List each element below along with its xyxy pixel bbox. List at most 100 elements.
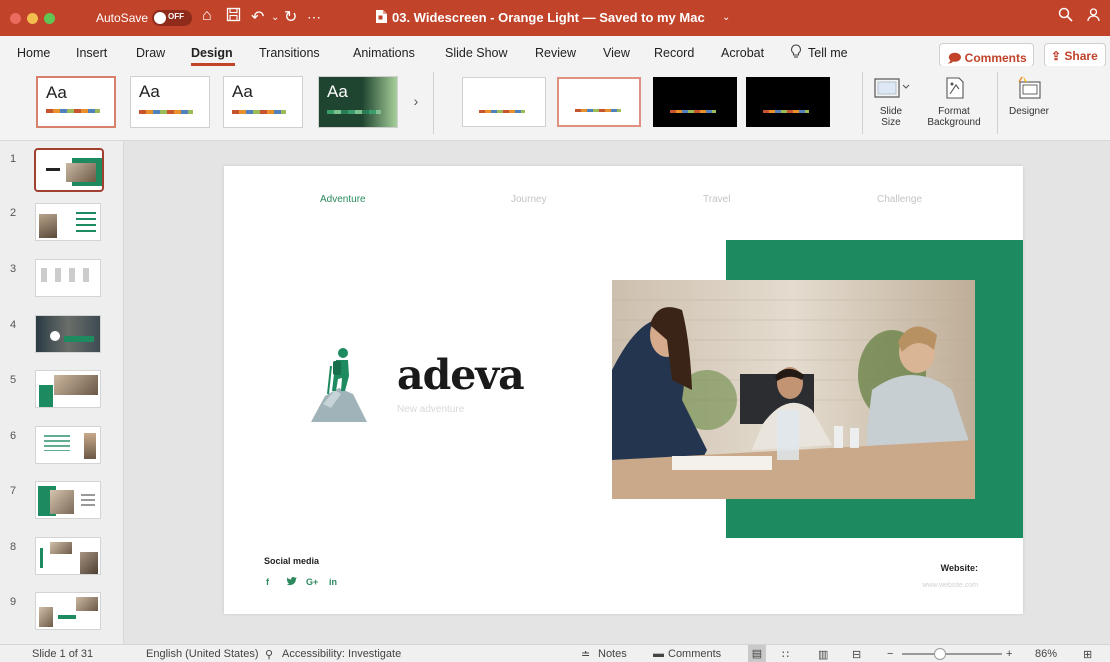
- thumb-bars: [76, 212, 96, 236]
- notes-icon: ≐: [581, 649, 591, 661]
- search-icon[interactable]: [1058, 7, 1073, 27]
- variant-color-bar: [763, 110, 809, 113]
- slide-number: 7: [10, 485, 17, 497]
- redo-icon[interactable]: ↻: [284, 7, 297, 27]
- share-button[interactable]: ⇪ Share: [1044, 43, 1106, 67]
- tab-insert[interactable]: Insert: [76, 46, 107, 60]
- format-background-label-line1: Format: [938, 106, 970, 117]
- reading-view-icon[interactable]: ▥: [818, 648, 828, 661]
- format-background-icon: [946, 77, 964, 99]
- fit-to-window-icon[interactable]: ⊞: [1083, 648, 1092, 661]
- tab-view[interactable]: View: [603, 46, 630, 60]
- zoom-in-icon[interactable]: +: [1006, 648, 1012, 660]
- tab-review[interactable]: Review: [535, 46, 576, 60]
- comments-status-button[interactable]: Comments: [668, 648, 721, 660]
- zoom-slider-thumb[interactable]: [934, 648, 946, 660]
- facebook-icon: f: [266, 577, 269, 587]
- google-plus-icon: G+: [306, 577, 319, 587]
- slide-thumbnail-1[interactable]: [34, 148, 104, 192]
- comments-button[interactable]: 🗩 Comments: [939, 43, 1034, 67]
- theme-color-bar: [46, 109, 100, 113]
- format-background-label-line2: Background: [927, 117, 981, 128]
- variant-option[interactable]: [746, 77, 830, 127]
- toggle-knob: [154, 12, 166, 24]
- thumb-photo: [84, 433, 96, 459]
- tell-me-search[interactable]: Tell me: [808, 46, 848, 60]
- tab-home[interactable]: Home: [17, 46, 50, 60]
- slide-size-button[interactable]: Slide Size: [866, 74, 916, 128]
- slide-thumbnail-7[interactable]: [35, 481, 101, 519]
- slide-nav-journey: Journey: [511, 194, 547, 205]
- slide-number: 3: [10, 263, 17, 275]
- slide-thumbnail-8[interactable]: [35, 537, 101, 575]
- tab-slide-show[interactable]: Slide Show: [445, 46, 508, 60]
- tab-record[interactable]: Record: [654, 46, 694, 60]
- language-indicator[interactable]: English (United States): [146, 648, 259, 660]
- tab-acrobat[interactable]: Acrobat: [721, 46, 764, 60]
- close-window-button[interactable]: [10, 13, 21, 24]
- theme-option[interactable]: Aa: [130, 76, 210, 128]
- accessibility-status[interactable]: Accessibility: Investigate: [282, 648, 401, 660]
- home-icon[interactable]: ⌂: [202, 7, 212, 25]
- themes-more-arrow[interactable]: ›: [407, 76, 425, 128]
- slide-number: 2: [10, 207, 17, 219]
- variant-option[interactable]: [653, 77, 737, 127]
- slide-counter: Slide 1 of 31: [32, 648, 94, 660]
- slide-number: 8: [10, 541, 17, 553]
- thumb-photo: [39, 214, 57, 238]
- team-meeting-photo: [612, 280, 975, 499]
- account-icon[interactable]: [1086, 7, 1101, 27]
- thumb-photo: [80, 552, 98, 574]
- tab-draw[interactable]: Draw: [136, 46, 165, 60]
- thumb-photo: [50, 490, 74, 514]
- tab-animations[interactable]: Animations: [353, 46, 415, 60]
- tab-transitions[interactable]: Transitions: [259, 46, 320, 60]
- theme-option[interactable]: Aa: [36, 76, 116, 128]
- share-button-label: Share: [1064, 49, 1098, 63]
- zoom-slider-track[interactable]: [902, 653, 1002, 655]
- normal-view-icon[interactable]: ▤: [748, 645, 766, 662]
- more-icon[interactable]: ⋯: [307, 9, 321, 26]
- undo-dropdown-icon[interactable]: ⌄: [271, 12, 279, 23]
- undo-icon[interactable]: ↶: [251, 7, 264, 27]
- save-icon[interactable]: [226, 7, 241, 27]
- comments-status-icon: ▬: [653, 648, 664, 660]
- designer-button[interactable]: Designer: [1004, 74, 1054, 117]
- zoom-out-icon[interactable]: −: [887, 648, 893, 660]
- slide-sorter-icon[interactable]: ∷: [782, 648, 789, 661]
- zoom-window-button[interactable]: [44, 13, 55, 24]
- thumb-photo: [39, 607, 53, 627]
- theme-color-bar: [327, 110, 381, 114]
- autosave-label: AutoSave: [96, 11, 149, 25]
- title-bar: AutoSave OFF ⌂ ↶ ⌄ ↻ ⋯ 03. Widescreen - …: [0, 0, 1110, 36]
- slide-thumbnail-2[interactable]: [35, 203, 101, 241]
- divider: [862, 72, 863, 134]
- title-chevron-down-icon[interactable]: ⌄: [722, 12, 730, 23]
- document-title[interactable]: 03. Widescreen - Orange Light — Saved to…: [392, 10, 705, 25]
- slideshow-icon[interactable]: ⊟: [852, 648, 861, 661]
- slide-thumbnail-5[interactable]: [35, 370, 101, 408]
- theme-option[interactable]: Aa: [223, 76, 303, 128]
- current-slide[interactable]: Adventure Journey Travel Challenge adeva…: [224, 166, 1023, 614]
- tab-design[interactable]: Design: [191, 46, 233, 60]
- theme-option[interactable]: Aa: [318, 76, 398, 128]
- thumb-photo: [54, 375, 98, 395]
- slide-thumbnail-6[interactable]: [35, 426, 101, 464]
- variant-option[interactable]: [557, 77, 641, 127]
- format-background-button[interactable]: Format Background: [921, 74, 987, 128]
- zoom-level[interactable]: 86%: [1035, 648, 1057, 660]
- brand-tagline: New adventure: [397, 404, 465, 415]
- minimize-window-button[interactable]: [27, 13, 38, 24]
- slide-thumbnail-3[interactable]: [35, 259, 101, 297]
- lightbulb-icon: [790, 44, 802, 62]
- slide-nav-adventure: Adventure: [320, 194, 366, 205]
- thumb-green-line: [40, 548, 43, 568]
- autosave-toggle[interactable]: OFF: [152, 10, 192, 26]
- slide-thumbnail-4[interactable]: [35, 315, 101, 353]
- variant-option[interactable]: [462, 77, 546, 127]
- slide-number: 9: [10, 596, 17, 608]
- website-url: www.website.com: [922, 582, 978, 589]
- slide-thumbnail-9[interactable]: [35, 592, 101, 630]
- thumb-photo: [66, 163, 96, 182]
- notes-button[interactable]: Notes: [598, 648, 627, 660]
